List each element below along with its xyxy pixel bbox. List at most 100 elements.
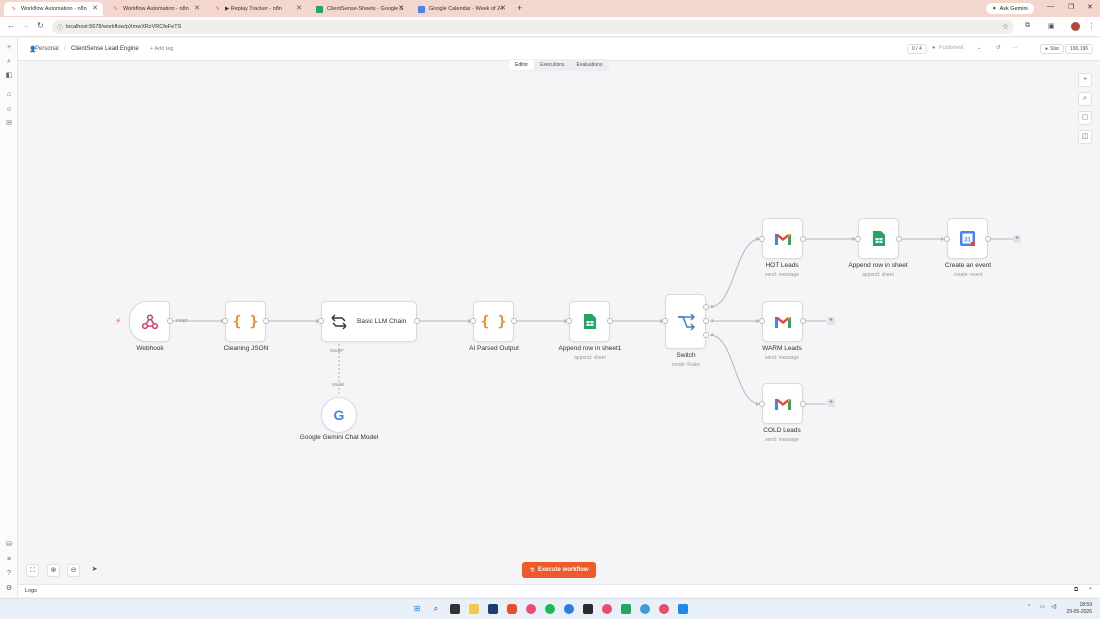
github-star-button[interactable]: ● Star bbox=[1040, 44, 1065, 54]
search-icon[interactable]: ⌕ bbox=[5, 58, 13, 66]
chevron-up-icon[interactable]: ⌃ bbox=[1088, 587, 1093, 594]
node-gemini-chat-model[interactable]: G bbox=[321, 397, 357, 433]
output-handle-0[interactable] bbox=[703, 304, 709, 310]
ask-gemini-button[interactable]: ✦ Ask Gemini bbox=[986, 3, 1034, 14]
tab-executions[interactable]: Executions bbox=[534, 60, 570, 70]
templates-icon[interactable]: ⛁ bbox=[5, 541, 13, 549]
browser-tab-5[interactable]: Google Calendar - Week of 24 ✕ bbox=[412, 2, 511, 16]
node-cold-leads[interactable] bbox=[762, 383, 803, 424]
workflow-name[interactable]: ClientSense Lead Engine bbox=[71, 46, 139, 52]
close-icon[interactable]: ✕ bbox=[500, 4, 506, 12]
chevron-down-icon[interactable]: ⌄ bbox=[977, 45, 982, 51]
published-status[interactable]: Published bbox=[939, 45, 963, 51]
network-icon[interactable]: ▭ bbox=[1040, 604, 1045, 610]
add-icon[interactable]: + bbox=[5, 44, 13, 52]
zoom-out-icon[interactable]: ⊖ bbox=[67, 564, 80, 577]
output-handle[interactable] bbox=[985, 236, 991, 242]
profile-avatar[interactable] bbox=[1071, 22, 1080, 31]
output-handle[interactable] bbox=[896, 236, 902, 242]
logs-panel-bar[interactable]: Logs ⧉ ⌃ bbox=[18, 584, 1100, 597]
insights-icon[interactable]: ≡ bbox=[5, 556, 13, 564]
node-webhook[interactable] bbox=[129, 301, 170, 342]
task-view-icon[interactable] bbox=[450, 604, 460, 614]
bookmark-star-icon[interactable]: ☆ bbox=[1002, 22, 1009, 31]
home-icon[interactable]: ⌂ bbox=[5, 91, 13, 99]
brave-icon[interactable] bbox=[507, 604, 517, 614]
maximize-icon[interactable]: ❐ bbox=[1068, 3, 1074, 11]
back-icon[interactable]: ← bbox=[7, 21, 15, 30]
sticky-note-icon[interactable]: ▢ bbox=[1078, 111, 1092, 125]
site-info-icon[interactable]: ⓘ bbox=[57, 23, 63, 32]
version-counter[interactable]: 0 / 4 bbox=[907, 44, 927, 54]
minimize-icon[interactable]: — bbox=[1047, 3, 1054, 10]
input-handle[interactable] bbox=[855, 236, 861, 242]
input-handle[interactable] bbox=[566, 318, 572, 324]
output-handle[interactable] bbox=[800, 236, 806, 242]
add-node-panel-button[interactable]: + bbox=[1078, 73, 1092, 87]
input-handle[interactable] bbox=[222, 318, 228, 324]
output-handle[interactable] bbox=[800, 401, 806, 407]
node-append-row-sheet1[interactable] bbox=[569, 301, 610, 342]
node-append-row-sheet[interactable] bbox=[858, 218, 899, 259]
output-handle-2[interactable] bbox=[703, 332, 709, 338]
browser-tab-1[interactable]: ∿ Workflow Automation - n8n ✕ bbox=[4, 2, 103, 16]
input-handle[interactable] bbox=[759, 401, 765, 407]
volume-icon[interactable]: ◁) bbox=[1051, 604, 1057, 610]
output-handle[interactable] bbox=[414, 318, 420, 324]
windows-start-icon[interactable]: ⊞ bbox=[412, 604, 422, 614]
add-node-button[interactable]: + bbox=[827, 317, 835, 325]
popout-icon[interactable]: ⧉ bbox=[1074, 587, 1078, 594]
tab-evaluations[interactable]: Evaluations bbox=[571, 60, 609, 70]
reload-icon[interactable]: ↻ bbox=[37, 21, 44, 30]
browser-menu-icon[interactable]: ⋮ bbox=[1088, 22, 1095, 30]
window-close-icon[interactable]: ✕ bbox=[1087, 3, 1093, 11]
close-icon[interactable]: ✕ bbox=[296, 4, 302, 12]
fit-view-icon[interactable]: ⛶ bbox=[26, 564, 39, 577]
output-handle[interactable] bbox=[607, 318, 613, 324]
add-tag-button[interactable]: + Add tag bbox=[150, 46, 173, 52]
breadcrumb-owner[interactable]: Personal bbox=[35, 46, 59, 52]
execute-workflow-button[interactable]: ⚗ Execute workflow bbox=[522, 562, 596, 578]
settings-icon[interactable]: ⚙ bbox=[5, 585, 13, 593]
extensions-icon[interactable]: ⧉ bbox=[1025, 22, 1030, 30]
chat-icon[interactable]: ✉ bbox=[5, 120, 13, 128]
output-handle[interactable] bbox=[167, 318, 173, 324]
node-switch[interactable] bbox=[665, 294, 706, 349]
add-node-button[interactable]: + bbox=[827, 399, 835, 407]
chevron-up-icon[interactable]: ⌃ bbox=[1027, 604, 1031, 610]
close-icon[interactable]: ✕ bbox=[92, 4, 98, 12]
collapse-sidebar-icon[interactable]: ◧ bbox=[5, 72, 13, 80]
node-ai-parsed-output[interactable]: { } bbox=[473, 301, 514, 342]
input-handle[interactable] bbox=[759, 236, 765, 242]
more-options-icon[interactable]: ⋯ bbox=[1012, 45, 1018, 51]
input-handle[interactable] bbox=[470, 318, 476, 324]
clock[interactable]: 18:59 29-05-2026 bbox=[1064, 602, 1092, 616]
search-icon[interactable]: ⌕ bbox=[431, 604, 441, 614]
node-basic-llm-chain[interactable]: Basic LLM Chain bbox=[321, 301, 417, 342]
tab-editor[interactable]: Editor bbox=[509, 60, 535, 70]
chrome-icon[interactable] bbox=[526, 604, 536, 614]
cursor-icon[interactable]: ➤ bbox=[88, 564, 101, 577]
help-icon[interactable]: ? bbox=[5, 570, 13, 578]
search-icon[interactable]: ⌕ bbox=[1078, 92, 1092, 106]
panel-toggle-icon[interactable]: ◫ bbox=[1078, 130, 1092, 144]
user-icon[interactable]: ☺ bbox=[5, 106, 13, 114]
terminal-icon[interactable] bbox=[583, 604, 593, 614]
output-handle[interactable] bbox=[511, 318, 517, 324]
store-icon[interactable] bbox=[488, 604, 498, 614]
chrome-icon[interactable] bbox=[659, 604, 669, 614]
app-icon[interactable] bbox=[640, 604, 650, 614]
output-handle-1[interactable] bbox=[703, 318, 709, 324]
browser-tab-2[interactable]: ∿ Workflow Automation - n8n ✕ bbox=[106, 2, 205, 16]
browser-tab-4[interactable]: ClientSense-Sheets - Google S ✕ bbox=[310, 2, 409, 16]
input-handle[interactable] bbox=[944, 236, 950, 242]
input-handle[interactable] bbox=[662, 318, 668, 324]
node-hot-leads[interactable] bbox=[762, 218, 803, 259]
url-field[interactable]: ⓘ localhost:5678/workflow/pXmwXRzVRCfeFe… bbox=[52, 20, 1014, 34]
new-tab-button[interactable]: + bbox=[517, 3, 522, 13]
output-handle[interactable] bbox=[800, 318, 806, 324]
file-explorer-icon[interactable] bbox=[469, 604, 479, 614]
output-handle[interactable] bbox=[263, 318, 269, 324]
node-create-event[interactable]: 31 bbox=[947, 218, 988, 259]
zoom-in-icon[interactable]: ⊕ bbox=[47, 564, 60, 577]
